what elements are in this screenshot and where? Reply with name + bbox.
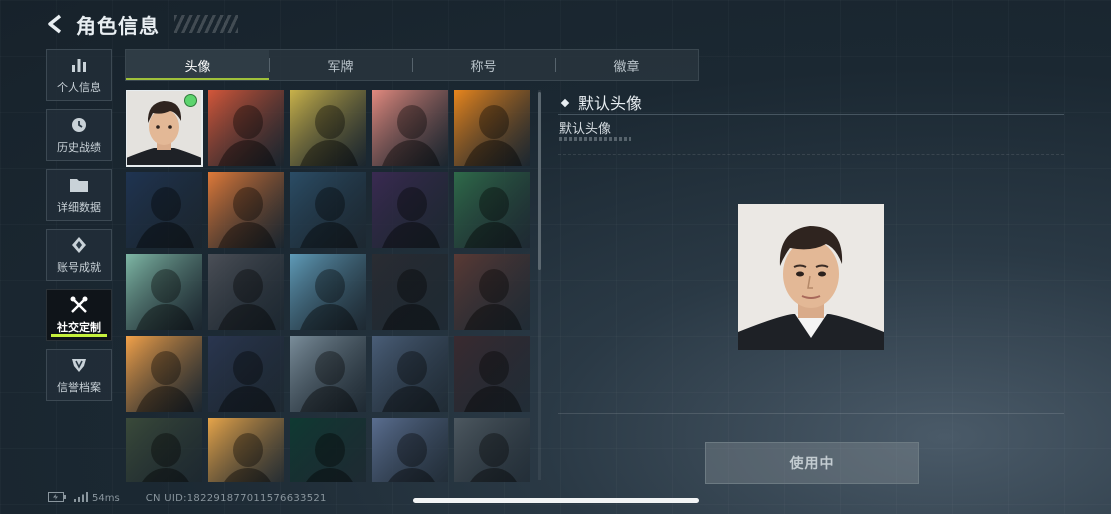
detail-title: 默认头像 [578, 94, 643, 113]
category-tabs: 头像 军牌 称号 徽章 [125, 49, 699, 81]
user-uid: CN UID:182291877011576633521 [145, 493, 327, 504]
selected-indicator-icon [184, 94, 197, 107]
sidebar-item-profile[interactable]: 个人信息 [46, 49, 112, 101]
crystal-hand-avatar[interactable] [208, 254, 284, 330]
feather-avatar[interactable] [372, 254, 448, 330]
ping-value: 54ms [92, 493, 120, 504]
home-indicator[interactable] [413, 498, 699, 503]
scales-crest-avatar[interactable] [454, 254, 530, 330]
cliff-explorer-avatar[interactable] [290, 336, 366, 412]
lightning-man-avatar[interactable] [208, 336, 284, 412]
tab-dog-tag[interactable]: 军牌 [269, 50, 412, 80]
anime-duo-avatar[interactable] [372, 418, 448, 482]
w-logo-avatar[interactable] [290, 418, 366, 482]
archer-girl-avatar[interactable] [372, 336, 448, 412]
villa-avatar[interactable] [290, 254, 366, 330]
way-out-sign-avatar[interactable] [126, 254, 202, 330]
chevron-left-icon[interactable] [44, 13, 66, 35]
tab-avatar[interactable]: 头像 [126, 50, 269, 80]
folder-icon [69, 175, 89, 195]
soldier-headset-avatar[interactable] [208, 90, 284, 166]
portrait-photo-avatar[interactable] [126, 90, 203, 167]
sniper-scope-avatar[interactable] [290, 172, 366, 248]
exit-door-avatar[interactable] [454, 172, 530, 248]
sidebar-item-details[interactable]: 详细数据 [46, 169, 112, 221]
header: 角色信息 [44, 8, 238, 40]
status-bar: 54ms CN UID:182291877011576633521 [48, 492, 327, 505]
avatar-preview [738, 204, 884, 350]
sidebar-item-label: 历史战绩 [57, 141, 101, 154]
achievement-icon [69, 235, 89, 255]
bald-operator-avatar[interactable] [290, 90, 366, 166]
helmet-soldier-avatar[interactable] [372, 90, 448, 166]
signal-icon [74, 492, 88, 505]
scrollbar-thumb[interactable] [538, 92, 541, 270]
sidebar-item-reputation[interactable]: 信誉档案 [46, 349, 112, 401]
tools-icon [69, 295, 89, 315]
masked-operator-avatar[interactable] [454, 90, 530, 166]
shield-badge-icon [69, 355, 89, 375]
sidebar-item-label: 信誉档案 [57, 381, 101, 394]
divider [558, 114, 1064, 115]
battery-icon [48, 492, 66, 505]
avatar-grid [126, 90, 534, 482]
sidebar-item-achievements[interactable]: 账号成就 [46, 229, 112, 281]
tab-badge[interactable]: 徽章 [555, 50, 698, 80]
in-use-button[interactable]: 使用中 [705, 442, 919, 484]
history-clock-icon [69, 115, 89, 135]
title-decoration [174, 15, 238, 33]
detail-subtext-decoration [559, 137, 631, 141]
bar-chart-icon [69, 55, 89, 75]
night-soldier-avatar[interactable] [126, 172, 202, 248]
detail-header: 默认头像 [560, 90, 1064, 114]
goggles-girl-avatar[interactable] [454, 336, 530, 412]
sidebar: 个人信息 历史战绩 详细数据 账号成就 社交定制 信誉档案 [46, 49, 112, 409]
sidebar-item-label: 个人信息 [57, 81, 101, 94]
cartoon-bear-avatar[interactable] [208, 418, 284, 482]
sidebar-item-social[interactable]: 社交定制 [46, 289, 112, 341]
page-title: 角色信息 [76, 13, 160, 38]
alligator-sign-avatar[interactable] [126, 418, 202, 482]
sidebar-item-label: 社交定制 [57, 321, 101, 334]
detail-description: 默认头像 [559, 122, 612, 137]
flame-cartoon-avatar[interactable] [126, 336, 202, 412]
sidebar-item-label: 详细数据 [57, 201, 101, 214]
sidebar-item-label: 账号成就 [57, 261, 101, 274]
diamond-icon [560, 98, 570, 107]
masked-agent-avatar[interactable] [454, 418, 530, 482]
heavy-soldier-avatar[interactable] [208, 172, 284, 248]
sidebar-item-history[interactable]: 历史战绩 [46, 109, 112, 161]
tab-title[interactable]: 称号 [412, 50, 555, 80]
documents-avatar[interactable] [372, 172, 448, 248]
